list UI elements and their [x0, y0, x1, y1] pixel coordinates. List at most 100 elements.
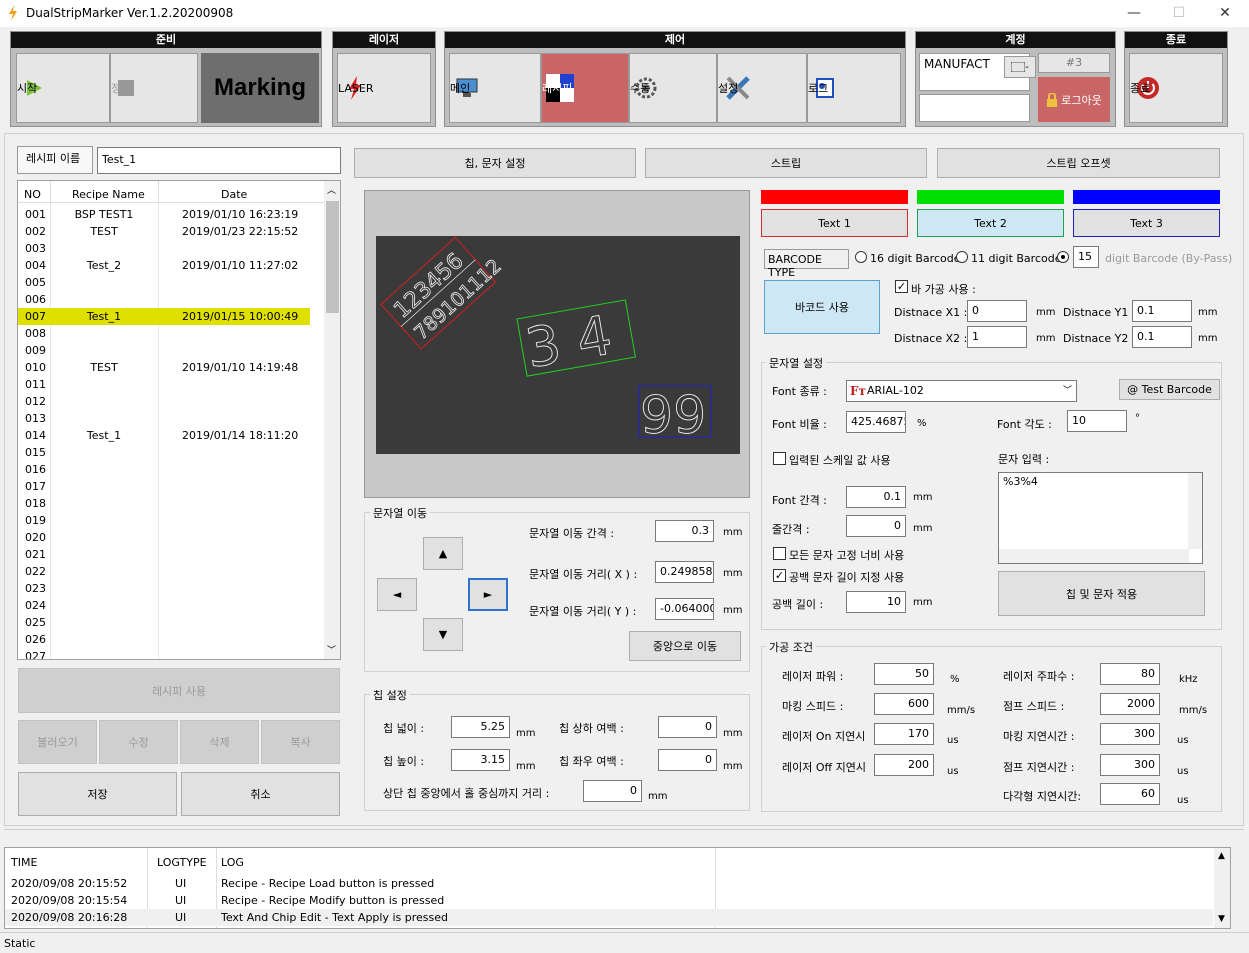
recipe-row[interactable]: 019: [18, 512, 310, 529]
recipe-row[interactable]: 005: [18, 274, 310, 291]
recipe-row[interactable]: 017: [18, 478, 310, 495]
laser-freq-input[interactable]: 80: [1100, 663, 1160, 685]
tab-strip-offset[interactable]: 스트립 오프셋: [937, 148, 1220, 178]
poly-delay-input[interactable]: 60: [1100, 783, 1160, 805]
space-length-input[interactable]: 10: [846, 591, 906, 613]
cancel-button[interactable]: 취소: [181, 772, 340, 816]
log-table[interactable]: TIME LOGTYPE LOG 2020/09/08 20:15:52 UI Re…: [4, 847, 1231, 929]
laser-button[interactable]: LASER: [337, 53, 431, 123]
recipe-row[interactable]: 015: [18, 444, 310, 461]
dist-x1-input[interactable]: 0: [967, 300, 1027, 322]
scroll-thumb[interactable]: [326, 201, 339, 313]
font-type-select[interactable]: Fт ARIAL-102 ﹀: [846, 380, 1077, 402]
main-button[interactable]: 메인: [449, 53, 541, 123]
move-left-button[interactable]: ◄: [377, 578, 417, 611]
bar-process-checkbox[interactable]: ✓: [895, 280, 908, 293]
chip-width-input[interactable]: 5.25: [451, 716, 510, 738]
recipe-row[interactable]: 001 BSP TEST1 2019/01/10 16:23:19: [18, 206, 310, 223]
font-angle-input[interactable]: 10: [1067, 410, 1127, 432]
chip-hole-input[interactable]: 0: [583, 780, 642, 802]
mark-delay-input[interactable]: 300: [1100, 723, 1160, 745]
delete-button[interactable]: 삭제: [180, 720, 259, 764]
text1-button[interactable]: Text 1: [761, 209, 908, 237]
recipe-row[interactable]: 022: [18, 563, 310, 580]
recipe-row[interactable]: 011: [18, 376, 310, 393]
exit-button[interactable]: 종료: [1129, 53, 1223, 123]
card-reader-button[interactable]: -: [1004, 56, 1036, 78]
recipe-row[interactable]: 003: [18, 240, 310, 257]
log-button[interactable]: 로그: [807, 53, 901, 123]
text-input-hscroll[interactable]: [999, 549, 1189, 563]
recipe-row[interactable]: 008: [18, 325, 310, 342]
recipe-row[interactable]: 018: [18, 495, 310, 512]
barcode-digits-input[interactable]: 15: [1073, 246, 1099, 268]
password-field[interactable]: [919, 94, 1030, 122]
logout-button[interactable]: 로그아웃: [1038, 77, 1110, 122]
log-scrollbar[interactable]: ▲ ▼: [1214, 848, 1230, 928]
fixed-width-checkbox[interactable]: [773, 547, 786, 560]
apply-text-button[interactable]: 칩 및 문자 적용: [998, 571, 1205, 616]
recipe-row[interactable]: 009: [18, 342, 310, 359]
barcode-bypass-radio[interactable]: [1057, 251, 1069, 263]
tab-chip-text[interactable]: 칩, 문자 설정: [354, 148, 636, 178]
dist-x2-input[interactable]: 1: [967, 326, 1027, 348]
recipe-row[interactable]: 024: [18, 597, 310, 614]
minimize-button[interactable]: —: [1111, 0, 1157, 27]
recipe-row[interactable]: 020: [18, 529, 310, 546]
move-step-input[interactable]: 0.3: [655, 520, 714, 542]
recipe-row[interactable]: 012: [18, 393, 310, 410]
text-input-vscroll[interactable]: [1188, 473, 1202, 549]
maximize-button[interactable]: ☐: [1156, 0, 1202, 27]
recipe-button[interactable]: 레시피: [541, 53, 629, 123]
barcode-11-radio[interactable]: [956, 251, 968, 263]
recipe-row[interactable]: 007 Test_1 2019/01/15 10:00:49: [18, 308, 310, 325]
manual-button[interactable]: 수동: [629, 53, 717, 123]
move-up-button[interactable]: ▲: [423, 537, 463, 570]
scroll-up-icon[interactable]: ︿: [327, 183, 336, 196]
log-scroll-down-icon[interactable]: ▼: [1218, 914, 1225, 924]
close-button[interactable]: ✕: [1202, 0, 1248, 27]
copy-button[interactable]: 복사: [261, 720, 340, 764]
jump-delay-input[interactable]: 300: [1100, 754, 1160, 776]
mark-speed-input[interactable]: 600: [874, 693, 934, 715]
chip-height-input[interactable]: 3.15: [451, 749, 510, 771]
load-button[interactable]: 불러오기: [18, 720, 97, 764]
laser-off-delay-input[interactable]: 200: [874, 754, 934, 776]
dist-y1-input[interactable]: 0.1: [1132, 300, 1192, 322]
laser-on-delay-input[interactable]: 170: [874, 723, 934, 745]
use-scale-checkbox[interactable]: [773, 452, 786, 465]
tab-strip[interactable]: 스트립: [645, 148, 927, 178]
recipe-row[interactable]: 026: [18, 631, 310, 648]
recipe-table[interactable]: NO Recipe Name Date 001 BSP TEST1 2019/01/…: [17, 180, 341, 660]
chip-tb-margin-input[interactable]: 0: [658, 716, 717, 738]
save-button[interactable]: 저장: [18, 772, 177, 816]
move-x-input[interactable]: 0.2498589: [655, 561, 714, 583]
move-y-input[interactable]: -0.0640004: [655, 598, 714, 620]
stop-button[interactable]: 정지: [110, 53, 198, 123]
text3-button[interactable]: Text 3: [1073, 209, 1220, 237]
recipe-row[interactable]: 013: [18, 410, 310, 427]
laser-power-input[interactable]: 50: [874, 663, 934, 685]
font-ratio-input[interactable]: 425.468750: [846, 411, 906, 433]
barcode-16-radio[interactable]: [855, 251, 867, 263]
mark-preview-canvas[interactable]: 123456 789101112 3 4 99: [376, 236, 740, 454]
line-spacing-input[interactable]: 0: [846, 515, 906, 537]
recipe-row[interactable]: 025: [18, 614, 310, 631]
text-input-area[interactable]: %3%4: [998, 472, 1203, 564]
chip-lr-margin-input[interactable]: 0: [658, 749, 717, 771]
recipe-row[interactable]: 002 TEST 2019/01/23 22:15:52: [18, 223, 310, 240]
recipe-scrollbar[interactable]: ︿ ﹀: [324, 181, 340, 659]
jump-speed-input[interactable]: 2000: [1100, 693, 1160, 715]
recipe-use-button[interactable]: 레시피 사용: [18, 668, 340, 713]
move-down-button[interactable]: ▼: [423, 618, 463, 651]
recipe-row[interactable]: 010 TEST 2019/01/10 14:19:48: [18, 359, 310, 376]
test-barcode-button[interactable]: @ Test Barcode: [1119, 379, 1220, 400]
recipe-row[interactable]: 021: [18, 546, 310, 563]
recipe-row[interactable]: 004 Test_2 2019/01/10 11:27:02: [18, 257, 310, 274]
scroll-down-icon[interactable]: ﹀: [327, 643, 336, 656]
move-right-button[interactable]: ►: [468, 578, 508, 611]
log-scroll-up-icon[interactable]: ▲: [1218, 851, 1225, 861]
recipe-row[interactable]: 027: [18, 648, 310, 659]
space-length-checkbox[interactable]: ✓: [773, 569, 786, 582]
dist-y2-input[interactable]: 0.1: [1132, 326, 1192, 348]
